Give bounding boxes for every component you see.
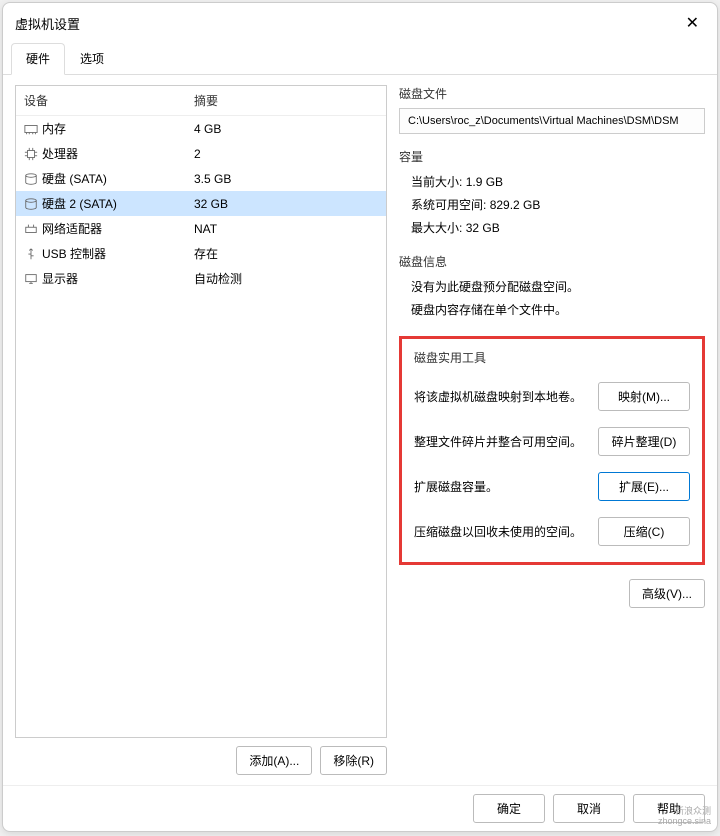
disk-icon bbox=[24, 197, 42, 211]
tool-map-desc: 将该虚拟机磁盘映射到本地卷。 bbox=[414, 388, 598, 405]
device-row[interactable]: USB 控制器存在 bbox=[16, 241, 386, 266]
expand-button[interactable]: 扩展(E)... bbox=[598, 472, 690, 501]
right-column: 磁盘文件 C:\Users\roc_z\Documents\Virtual Ma… bbox=[399, 85, 705, 775]
device-summary: 2 bbox=[194, 147, 201, 161]
device-name: 硬盘 (SATA) bbox=[42, 170, 194, 187]
tool-defrag-row: 整理文件碎片并整合可用空间。 碎片整理(D) bbox=[414, 427, 690, 456]
cancel-button[interactable]: 取消 bbox=[553, 794, 625, 823]
device-row[interactable]: 处理器2 bbox=[16, 141, 386, 166]
disk-tools-section: 磁盘实用工具 将该虚拟机磁盘映射到本地卷。 映射(M)... 整理文件碎片并整合… bbox=[399, 336, 705, 565]
memory-icon bbox=[24, 122, 42, 136]
settings-window: 虚拟机设置 ✕ 硬件 选项 设备 摘要 内存4 GB处理器2硬盘 (SATA)3… bbox=[2, 2, 718, 832]
device-summary: 32 GB bbox=[194, 197, 228, 211]
tool-compact-row: 压缩磁盘以回收未使用的空间。 压缩(C) bbox=[414, 517, 690, 546]
device-name: 处理器 bbox=[42, 145, 194, 162]
display-icon bbox=[24, 272, 42, 286]
device-row[interactable]: 硬盘 2 (SATA)32 GB bbox=[16, 191, 386, 216]
device-summary: 4 GB bbox=[194, 122, 221, 136]
titlebar: 虚拟机设置 ✕ bbox=[3, 3, 717, 43]
map-button[interactable]: 映射(M)... bbox=[598, 382, 690, 411]
help-button[interactable]: 帮助 bbox=[633, 794, 705, 823]
device-name: 网络适配器 bbox=[42, 220, 194, 237]
tool-expand-desc: 扩展磁盘容量。 bbox=[414, 478, 598, 495]
device-name: USB 控制器 bbox=[42, 245, 194, 262]
capacity-current: 当前大小: 1.9 GB bbox=[399, 171, 705, 194]
tab-hardware[interactable]: 硬件 bbox=[11, 43, 65, 75]
net-icon bbox=[24, 222, 42, 236]
capacity-title: 容量 bbox=[399, 148, 705, 165]
device-row[interactable]: 显示器自动检测 bbox=[16, 266, 386, 291]
disk-icon bbox=[24, 172, 42, 186]
main-row: 设备 摘要 内存4 GB处理器2硬盘 (SATA)3.5 GB硬盘 2 (SAT… bbox=[15, 85, 705, 775]
cpu-icon bbox=[24, 147, 42, 161]
remove-button[interactable]: 移除(R) bbox=[320, 746, 387, 775]
device-name: 内存 bbox=[42, 120, 194, 137]
capacity-free: 系统可用空间: 829.2 GB bbox=[399, 194, 705, 217]
tab-options[interactable]: 选项 bbox=[65, 43, 119, 74]
body: 设备 摘要 内存4 GB处理器2硬盘 (SATA)3.5 GB硬盘 2 (SAT… bbox=[3, 75, 717, 785]
capacity-section: 容量 当前大小: 1.9 GB 系统可用空间: 829.2 GB 最大大小: 3… bbox=[399, 148, 705, 239]
device-row[interactable]: 网络适配器NAT bbox=[16, 216, 386, 241]
tool-defrag-desc: 整理文件碎片并整合可用空间。 bbox=[414, 433, 598, 450]
disk-file-path[interactable]: C:\Users\roc_z\Documents\Virtual Machine… bbox=[399, 108, 705, 134]
footer: 确定 取消 帮助 新浪众测 zhongce.sina bbox=[3, 785, 717, 831]
device-row[interactable]: 硬盘 (SATA)3.5 GB bbox=[16, 166, 386, 191]
tab-strip: 硬件 选项 bbox=[3, 43, 717, 75]
device-summary: 3.5 GB bbox=[194, 172, 231, 186]
disk-info-line1: 没有为此硬盘预分配磁盘空间。 bbox=[399, 276, 705, 299]
disk-file-section: 磁盘文件 C:\Users\roc_z\Documents\Virtual Ma… bbox=[399, 85, 705, 134]
tool-expand-row: 扩展磁盘容量。 扩展(E)... bbox=[414, 472, 690, 501]
device-list[interactable]: 设备 摘要 内存4 GB处理器2硬盘 (SATA)3.5 GB硬盘 2 (SAT… bbox=[15, 85, 387, 738]
compact-button[interactable]: 压缩(C) bbox=[598, 517, 690, 546]
usb-icon bbox=[24, 247, 42, 261]
header-device: 设备 bbox=[24, 92, 194, 109]
device-name: 显示器 bbox=[42, 270, 194, 287]
device-list-header: 设备 摘要 bbox=[16, 86, 386, 116]
disk-info-section: 磁盘信息 没有为此硬盘预分配磁盘空间。 硬盘内容存储在单个文件中。 bbox=[399, 253, 705, 322]
header-summary: 摘要 bbox=[194, 92, 218, 109]
left-column: 设备 摘要 内存4 GB处理器2硬盘 (SATA)3.5 GB硬盘 2 (SAT… bbox=[15, 85, 387, 775]
advanced-row: 高级(V)... bbox=[399, 579, 705, 608]
device-name: 硬盘 2 (SATA) bbox=[42, 195, 194, 212]
disk-file-title: 磁盘文件 bbox=[399, 85, 705, 102]
device-summary: 自动检测 bbox=[194, 270, 242, 287]
window-title: 虚拟机设置 bbox=[15, 14, 680, 33]
disk-info-title: 磁盘信息 bbox=[399, 253, 705, 270]
device-summary: 存在 bbox=[194, 245, 218, 262]
add-button[interactable]: 添加(A)... bbox=[236, 746, 312, 775]
advanced-button[interactable]: 高级(V)... bbox=[629, 579, 705, 608]
ok-button[interactable]: 确定 bbox=[473, 794, 545, 823]
close-icon[interactable]: ✕ bbox=[680, 11, 705, 35]
tool-map-row: 将该虚拟机磁盘映射到本地卷。 映射(M)... bbox=[414, 382, 690, 411]
left-buttons: 添加(A)... 移除(R) bbox=[15, 746, 387, 775]
capacity-max: 最大大小: 32 GB bbox=[399, 217, 705, 240]
disk-info-line2: 硬盘内容存储在单个文件中。 bbox=[399, 299, 705, 322]
tool-compact-desc: 压缩磁盘以回收未使用的空间。 bbox=[414, 523, 598, 540]
disk-tools-title: 磁盘实用工具 bbox=[414, 349, 690, 366]
device-row[interactable]: 内存4 GB bbox=[16, 116, 386, 141]
device-summary: NAT bbox=[194, 222, 217, 236]
defrag-button[interactable]: 碎片整理(D) bbox=[598, 427, 690, 456]
